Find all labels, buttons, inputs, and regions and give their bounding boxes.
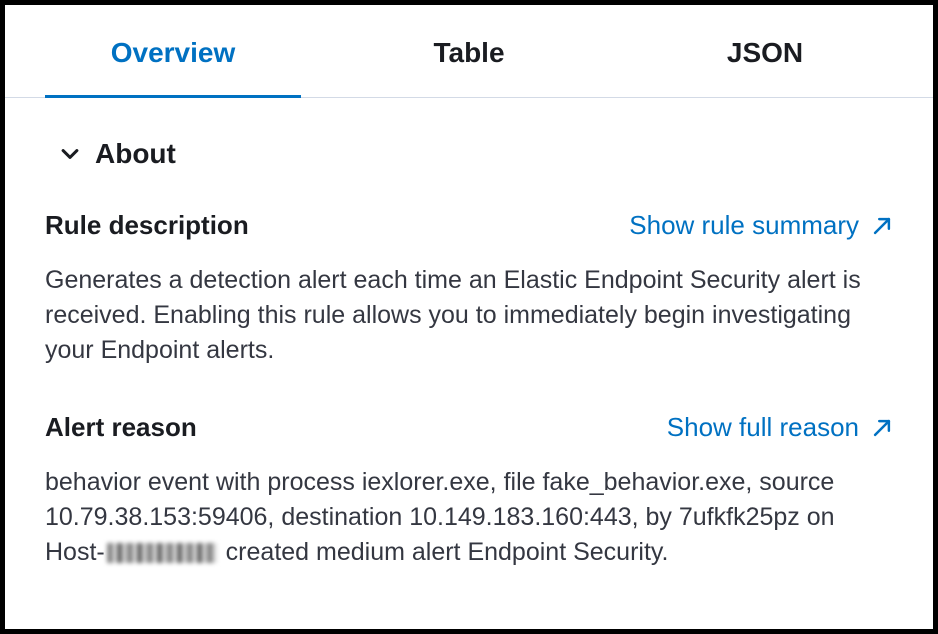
alert-reason-label: Alert reason [45,412,197,443]
content-panel: About Rule description Show rule summary… [5,98,933,634]
chevron-down-icon [59,143,81,165]
show-full-reason-link[interactable]: Show full reason [667,412,893,443]
show-full-reason-text: Show full reason [667,412,859,443]
rule-description-label: Rule description [45,210,249,241]
tab-table[interactable]: Table [321,5,617,97]
alert-reason-text: behavior event with process iexlorer.exe… [45,465,893,570]
about-title: About [95,138,176,170]
alert-reason-suffix: created medium alert Endpoint Security. [219,538,669,566]
rule-description-text: Generates a detection alert each time an… [45,263,893,368]
tab-overview[interactable]: Overview [25,5,321,97]
tab-json[interactable]: JSON [617,5,913,97]
redacted-hostname [107,543,217,563]
popout-icon [871,417,893,439]
show-rule-summary-link[interactable]: Show rule summary [629,210,893,241]
alert-reason-row: Alert reason Show full reason [45,412,893,443]
show-rule-summary-text: Show rule summary [629,210,859,241]
tabs-container: Overview Table JSON [5,5,933,98]
popout-icon [871,215,893,237]
rule-description-row: Rule description Show rule summary [45,210,893,241]
about-section-header[interactable]: About [45,138,893,170]
